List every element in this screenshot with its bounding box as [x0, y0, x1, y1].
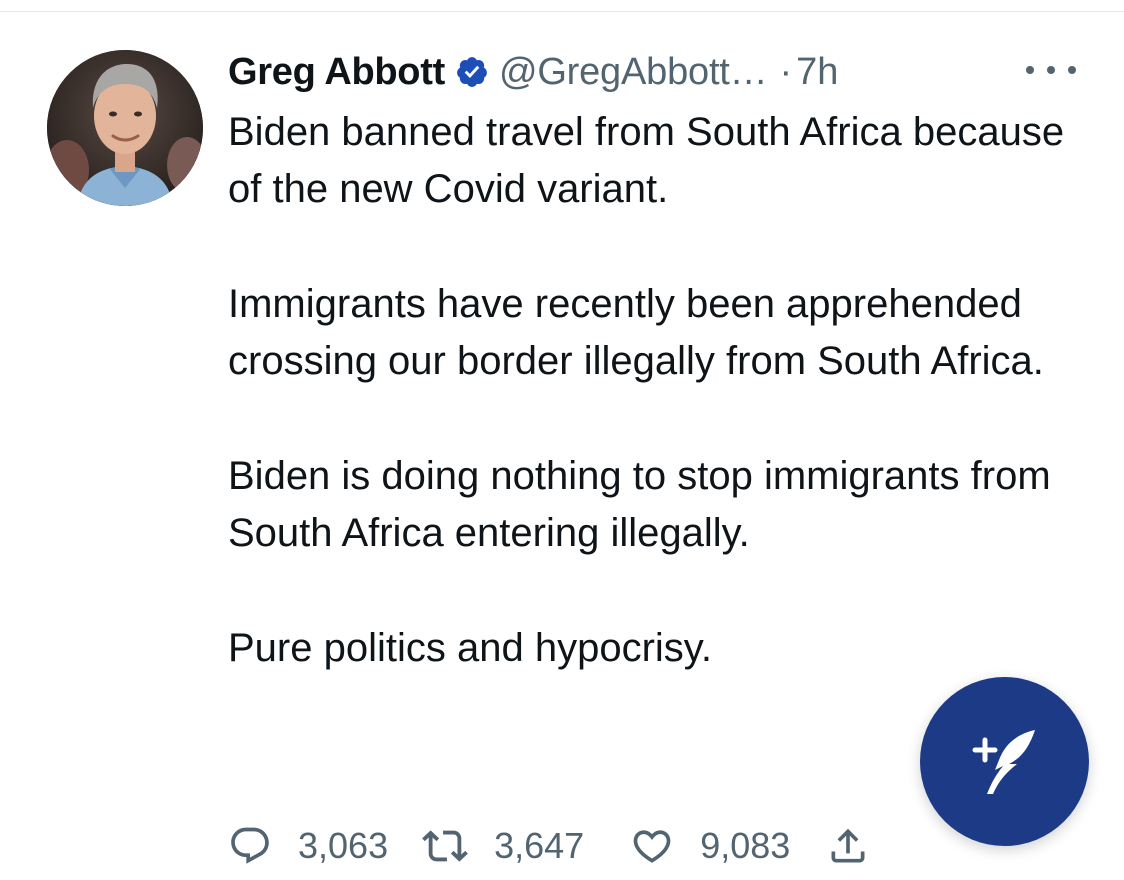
- tweet-actions: 3,063 3,647 9,083: [228, 818, 870, 874]
- compose-tweet-icon: [972, 729, 1035, 794]
- like-button[interactable]: 9,083: [630, 824, 790, 868]
- avatar[interactable]: [47, 50, 203, 206]
- share-icon: [831, 828, 865, 863]
- retweet-button[interactable]: 3,647: [422, 823, 584, 869]
- header-separator: ·: [779, 50, 793, 93]
- heart-icon: [633, 830, 671, 863]
- author-handle[interactable]: @GregAbbott…: [499, 51, 768, 94]
- share-button[interactable]: [826, 824, 870, 868]
- top-divider: [0, 11, 1124, 12]
- tweet-paragraph: Immigrants have recently been apprehende…: [228, 282, 1044, 383]
- retweet-icon: [422, 830, 468, 862]
- compose-tweet-button[interactable]: [920, 677, 1089, 846]
- tweet-paragraph: Biden is doing nothing to stop immigrant…: [228, 454, 1051, 555]
- reply-icon: [231, 827, 269, 864]
- tweet-text: Biden banned travel from South Africa be…: [228, 104, 1088, 677]
- avatar-photo: [47, 50, 203, 206]
- like-count: 9,083: [700, 825, 791, 866]
- more-dot: [1047, 66, 1055, 74]
- tweet-paragraph: Biden banned travel from South Africa be…: [228, 110, 1065, 211]
- tweet-header: Greg Abbott @GregAbbott… · 7h: [228, 44, 838, 100]
- author-display-name[interactable]: Greg Abbott: [228, 51, 445, 94]
- tweet-timestamp[interactable]: 7h: [796, 51, 838, 94]
- more-horizontal-icon[interactable]: [1026, 58, 1076, 82]
- verified-badge-icon: [455, 55, 489, 89]
- tweet-paragraph: Pure politics and hypocrisy.: [228, 626, 712, 670]
- reply-button[interactable]: 3,063: [228, 824, 388, 868]
- more-dot: [1026, 66, 1034, 74]
- retweet-count: 3,647: [494, 825, 585, 866]
- more-dot: [1068, 66, 1076, 74]
- reply-count: 3,063: [298, 825, 389, 866]
